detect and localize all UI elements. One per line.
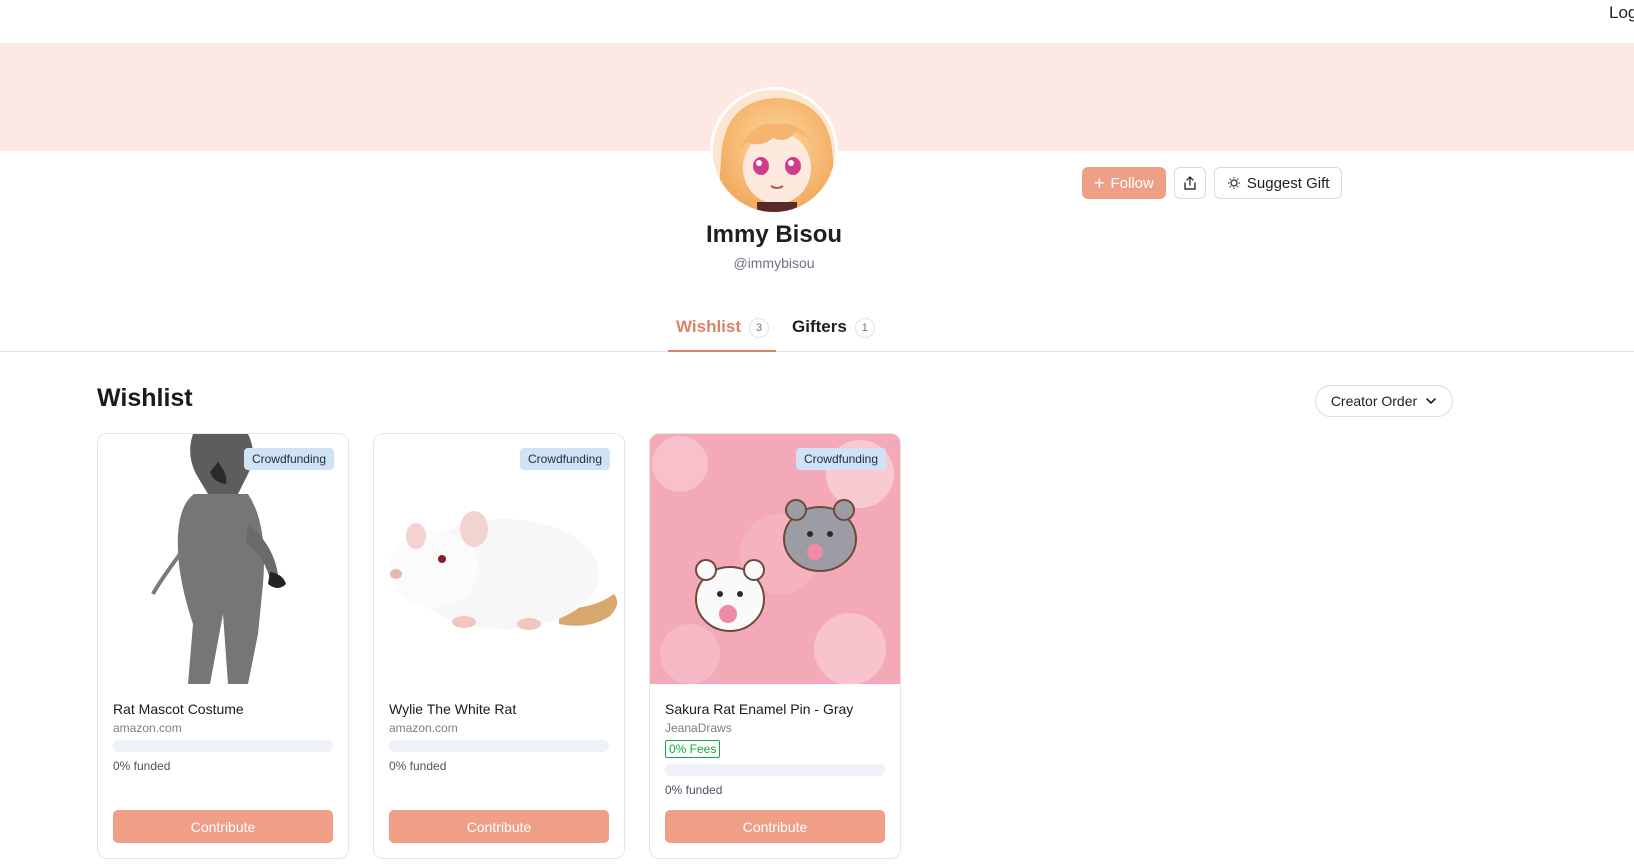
tab-wishlist-count: 3 bbox=[749, 318, 770, 338]
crowdfunding-badge: Crowdfunding bbox=[795, 448, 886, 470]
fees-badge: 0% Fees bbox=[665, 740, 721, 758]
wishlist-heading: Wishlist bbox=[97, 384, 193, 412]
funding-progress-bar bbox=[389, 740, 609, 752]
tab-gifters[interactable]: Gifters 1 bbox=[792, 308, 875, 352]
wishlist-card-sakura-rat-pin[interactable]: Crowdfunding Sakura Rat Enamel Pin - Gra… bbox=[649, 433, 901, 859]
contribute-button[interactable]: Contribute bbox=[389, 810, 609, 843]
item-title[interactable]: Wylie The White Rat bbox=[389, 701, 516, 717]
follow-button[interactable]: + Follow bbox=[1082, 167, 1166, 199]
item-source: amazon.com bbox=[113, 721, 182, 735]
plush-rat-illustration bbox=[374, 434, 624, 684]
product-image-costume[interactable]: Crowdfunding bbox=[98, 434, 348, 684]
tab-wishlist-label: Wishlist bbox=[676, 317, 742, 336]
funding-progress-bar bbox=[113, 740, 333, 752]
item-source: amazon.com bbox=[389, 721, 458, 735]
funded-label: 0% funded bbox=[113, 759, 171, 773]
login-link[interactable]: Log bbox=[1609, 3, 1634, 23]
top-nav: Log bbox=[0, 0, 1634, 44]
share-icon bbox=[1184, 176, 1196, 190]
item-title[interactable]: Sakura Rat Enamel Pin - Gray bbox=[665, 701, 853, 717]
tab-gifters-count: 1 bbox=[854, 318, 875, 338]
funding-progress-bar bbox=[665, 764, 885, 776]
share-button[interactable] bbox=[1173, 167, 1206, 199]
chevron-down-icon bbox=[1426, 398, 1436, 404]
tab-wishlist[interactable]: Wishlist 3 bbox=[668, 308, 776, 352]
profile-name: Immy Bisou bbox=[705, 221, 843, 248]
suggest-gift-button[interactable]: Suggest Gift bbox=[1213, 167, 1343, 199]
item-title[interactable]: Rat Mascot Costume bbox=[113, 701, 244, 717]
lightbulb-icon bbox=[1227, 177, 1240, 189]
contribute-button[interactable]: Contribute bbox=[665, 810, 885, 843]
product-image-plush-rat[interactable]: Crowdfunding bbox=[374, 434, 624, 684]
crowdfunding-badge: Crowdfunding bbox=[243, 448, 334, 470]
profile-actions: + Follow Suggest Gift bbox=[1082, 167, 1343, 199]
enamel-pin-illustration bbox=[650, 434, 900, 684]
product-image-enamel-pins[interactable]: Crowdfunding bbox=[650, 434, 900, 684]
contribute-button[interactable]: Contribute bbox=[113, 810, 333, 843]
wishlist-card-rat-mascot-costume[interactable]: Crowdfunding Rat Mascot Costume amazon.c… bbox=[97, 433, 349, 859]
profile-handle: @immybisou bbox=[733, 255, 815, 271]
funded-label: 0% funded bbox=[389, 759, 447, 773]
funded-label: 0% funded bbox=[665, 783, 723, 797]
costume-illustration bbox=[98, 434, 348, 684]
tab-gifters-label: Gifters bbox=[792, 317, 847, 336]
avatar-illustration bbox=[713, 90, 835, 212]
profile-tabs: Wishlist 3 Gifters 1 bbox=[0, 308, 1634, 352]
follow-label: Follow bbox=[1110, 174, 1154, 192]
sort-dropdown-label: Creator Order bbox=[1330, 393, 1418, 409]
avatar bbox=[710, 87, 838, 215]
wishlist-card-wylie-white-rat[interactable]: Crowdfunding Wylie The White Rat amazon.… bbox=[373, 433, 625, 859]
item-source[interactable]: JeanaDraws bbox=[665, 721, 732, 735]
suggest-gift-label: Suggest Gift bbox=[1246, 174, 1330, 192]
crowdfunding-badge: Crowdfunding bbox=[519, 448, 610, 470]
plus-icon: + bbox=[1094, 173, 1105, 193]
sort-dropdown[interactable]: Creator Order bbox=[1315, 385, 1453, 417]
